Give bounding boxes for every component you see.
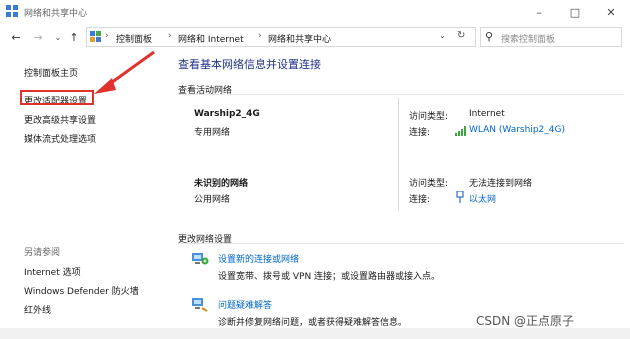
connection-label: 连接: [409,195,431,205]
troubleshoot-icon [192,298,208,312]
breadcrumb-separator: › [168,31,172,41]
network-type: 公用网络 [194,195,231,205]
taskbar-strip [0,328,630,339]
wifi-signal-icon [455,126,466,136]
window: 网络和共享中心 – □ ✕ ← → ⌄ ↑ › 控制面板 › 网络和 Inter… [0,0,630,339]
troubleshoot-problems-link[interactable]: 问题疑难解答 [218,298,272,311]
breadcrumb-separator: › [258,31,262,41]
vertical-divider [398,98,399,210]
window-title: 网络和共享中心 [24,9,88,19]
sidebar-home-link[interactable]: 控制面板主页 [24,66,78,79]
setup-new-connection-link[interactable]: 设置新的连接或网络 [218,252,299,265]
network-center-icon [6,5,18,17]
close-button[interactable]: ✕ [594,0,628,24]
recent-dropdown-icon[interactable]: ⌄ [50,29,66,45]
address-bar[interactable]: › 控制面板 › 网络和 Internet › 网络和共享中心 ⌄ ↻ [86,27,476,47]
refresh-icon[interactable]: ↻ [457,30,465,41]
highlight-box [20,90,94,105]
internet-options-link[interactable]: Internet 选项 [24,265,81,278]
change-advanced-sharing-link[interactable]: 更改高级共享设置 [24,113,96,126]
divider [178,94,624,95]
ethernet-connection-link[interactable]: 以太网 [469,192,496,205]
access-type-label: 访问类型: [409,179,449,189]
main-panel: 查看基本网络信息并设置连接 查看活动网络 Warship2_4G 专用网络 访问… [158,50,630,339]
task-description: 设置宽带、拨号或 VPN 连接；或设置路由器或接入点。 [218,272,441,282]
access-type-value: 无法连接到网络 [469,179,533,189]
infrared-link[interactable]: 红外线 [24,303,51,316]
breadcrumb-separator: › [105,31,109,41]
divider [178,243,624,244]
breadcrumb-control-panel[interactable]: 控制面板 [116,32,152,45]
title-bar: 网络和共享中心 – □ ✕ [0,0,630,24]
up-button[interactable]: ↑ [66,29,82,45]
connection-label: 连接: [409,128,431,138]
see-also-title: 另请参阅 [24,248,61,258]
breadcrumb-network-internet[interactable]: 网络和 Internet [178,32,244,45]
media-streaming-options-link[interactable]: 媒体流式处理选项 [24,132,96,145]
network-name: 未识别的网络 [194,179,249,189]
watermark: CSDN @正点原子 [476,314,575,328]
red-arrow-annotation [94,50,155,94]
breadcrumb-network-sharing[interactable]: 网络和共享中心 [268,32,331,45]
page-title: 查看基本网络信息并设置连接 [178,58,321,71]
wlan-connection-link[interactable]: WLAN (Warship2_4G) [469,125,565,135]
windows-defender-firewall-link[interactable]: Windows Defender 防火墙 [24,284,139,297]
task-description: 诊断并修复网络问题，或者获得疑难解答信息。 [218,318,408,328]
network-type: 专用网络 [194,128,231,138]
network-name: Warship2_4G [194,109,260,119]
access-type-value: Internet [469,109,505,119]
new-connection-icon [192,253,209,265]
access-type-label: 访问类型: [409,112,449,122]
maximize-button[interactable]: □ [558,0,592,24]
back-button[interactable]: ← [8,29,24,45]
address-dropdown-icon[interactable]: ⌄ [439,31,446,40]
control-panel-icon [90,31,101,42]
minimize-button[interactable]: – [522,0,556,24]
search-icon: ⚲ [485,30,494,43]
search-input[interactable]: 搜索控制面板 [501,32,555,45]
address-row: ← → ⌄ ↑ › 控制面板 › 网络和 Internet › 网络和共享中心 … [0,24,630,50]
search-box[interactable]: ⚲ 搜索控制面板 [480,27,622,47]
forward-button[interactable]: → [30,29,46,45]
ethernet-icon [456,191,464,203]
